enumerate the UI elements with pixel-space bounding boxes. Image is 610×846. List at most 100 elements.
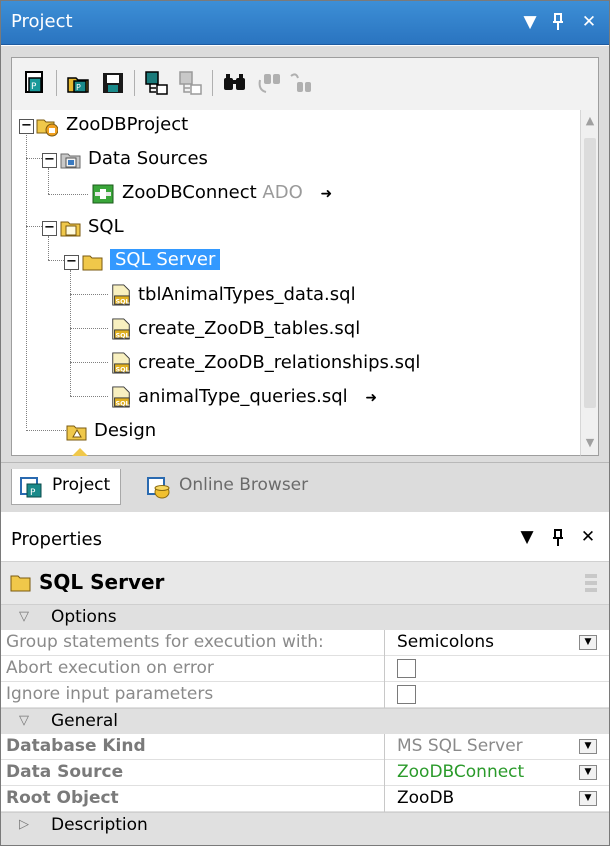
- tree-label: create_ZooDB_relationships.sql: [138, 352, 421, 373]
- tree-node-sql-folder[interactable]: − SQL: [12, 214, 312, 242]
- abort-on-error-checkbox[interactable]: [397, 659, 416, 678]
- tree-node-sql-file[interactable]: SQL tblAnimalTypes_data.sql: [12, 282, 572, 310]
- add-files-icon[interactable]: [144, 70, 170, 96]
- arrow-right-icon: ➜: [365, 390, 378, 406]
- collapse-icon[interactable]: −: [42, 221, 57, 236]
- tree-node-connection[interactable]: ZooDBConnect ADO ➜: [12, 180, 412, 208]
- tab-project[interactable]: P Project: [11, 469, 122, 505]
- tree-label: SQL: [88, 216, 124, 237]
- dropdown-arrow-icon[interactable]: ▼: [579, 739, 597, 754]
- column-divider: [384, 656, 385, 682]
- category-options[interactable]: ▽ Options: [1, 604, 609, 630]
- find-replace-icon[interactable]: [288, 70, 314, 96]
- pin-icon[interactable]: [546, 9, 570, 35]
- project-tree: − ZooDBProject − Data Sources ZooDBConne…: [11, 110, 581, 456]
- open-project-icon[interactable]: P: [66, 70, 92, 96]
- column-divider: [384, 630, 385, 656]
- find-icon[interactable]: [222, 70, 248, 96]
- new-project-icon[interactable]: P: [22, 70, 48, 96]
- tree-node-sql-file[interactable]: SQL animalType_queries.sql ➜: [12, 384, 572, 412]
- collapse-icon[interactable]: −: [64, 255, 79, 270]
- property-name: Root Object: [6, 788, 119, 808]
- ignore-input-parameters-checkbox[interactable]: [397, 685, 416, 704]
- tree-label-selected: SQL Server: [110, 249, 221, 270]
- column-divider: [384, 682, 385, 708]
- property-value[interactable]: ZooDB: [397, 788, 454, 808]
- tree-label: Data Sources: [88, 148, 208, 169]
- property-name: Data Source: [6, 762, 124, 782]
- svg-text:SQL: SQL: [116, 399, 130, 407]
- sql-file-icon: SQL: [112, 386, 130, 408]
- panel-menu-dropdown-icon[interactable]: ▼: [516, 527, 538, 547]
- tree-node-sql-file[interactable]: SQL create_ZooDB_tables.sql: [12, 316, 572, 344]
- tree-label: Design: [94, 420, 157, 441]
- sql-file-icon: SQL: [112, 284, 130, 306]
- tree-label: animalType_queries.sql: [138, 386, 348, 407]
- project-panel-title: Project: [11, 11, 73, 32]
- tree-scrollbar[interactable]: ▲ ▼: [580, 110, 599, 456]
- close-icon[interactable]: ✕: [577, 527, 599, 547]
- toolbar-separator: [56, 70, 57, 96]
- category-label: Description: [51, 815, 148, 835]
- collapse-triangle-icon[interactable]: ▽: [19, 713, 29, 728]
- pin-icon[interactable]: [547, 527, 569, 552]
- sql-file-icon: SQL: [112, 352, 130, 374]
- property-value[interactable]: Semicolons: [397, 632, 494, 652]
- property-row: Root Object ZooDB ▼: [1, 786, 609, 812]
- tree-node-sql-file[interactable]: SQL create_ZooDB_relationships.sql: [12, 350, 572, 378]
- dropdown-arrow-icon[interactable]: ▼: [579, 791, 597, 806]
- tree-node-design[interactable]: Design: [12, 418, 312, 446]
- project-icon: [36, 119, 58, 137]
- properties-panel-titlebar: Properties ▼ ✕: [1, 518, 609, 562]
- properties-panel-title: Properties: [11, 529, 102, 550]
- dropdown-arrow-icon[interactable]: ▼: [579, 635, 597, 650]
- tree-node-data-sources[interactable]: − Data Sources: [12, 146, 312, 174]
- dropdown-arrow-icon[interactable]: ▼: [579, 765, 597, 780]
- property-value[interactable]: ZooDBConnect: [397, 762, 524, 782]
- find-next-icon[interactable]: [256, 70, 282, 96]
- scroll-down-icon[interactable]: ▼: [581, 434, 599, 452]
- properties-object-name: SQL Server: [39, 570, 165, 594]
- scroll-up-icon[interactable]: ▲: [581, 112, 599, 130]
- project-panel-titlebar: Project ▼ ✕: [1, 1, 609, 45]
- tab-online-browser[interactable]: Online Browser: [139, 469, 318, 505]
- data-sources-folder-icon: [60, 153, 81, 169]
- scroll-thumb[interactable]: [584, 138, 596, 408]
- sql-folder-icon: [60, 221, 81, 237]
- database-connection-icon: [92, 184, 114, 204]
- toolbar-separator: [212, 70, 213, 96]
- category-label: Options: [51, 607, 117, 627]
- folder-icon: [10, 575, 31, 592]
- properties-object-header: SQL Server: [1, 562, 609, 604]
- svg-text:P: P: [30, 488, 36, 498]
- property-name: Group statements for execution with:: [6, 632, 324, 652]
- category-general[interactable]: ▽ General: [1, 708, 609, 734]
- connection-name: ZooDBConnect: [122, 182, 257, 203]
- tree-label: tblAnimalTypes_data.sql: [138, 284, 356, 305]
- panel-menu-dropdown-icon[interactable]: ▼: [518, 9, 542, 35]
- connection-type: ADO: [262, 182, 303, 203]
- collapse-triangle-icon[interactable]: ▽: [19, 609, 29, 624]
- svg-text:P: P: [76, 83, 81, 92]
- expand-triangle-icon[interactable]: ▷: [19, 817, 29, 832]
- tree-node-project-root[interactable]: − ZooDBProject: [12, 112, 312, 140]
- category-description[interactable]: ▷ Description: [1, 812, 609, 845]
- column-divider: [384, 786, 385, 812]
- partial-folder-icon: [72, 448, 88, 456]
- panel-tabs: P Project Online Browser: [1, 462, 609, 512]
- close-icon[interactable]: ✕: [577, 9, 601, 35]
- svg-text:SQL: SQL: [116, 331, 130, 339]
- project-tab-icon: P: [20, 477, 42, 498]
- svg-text:SQL: SQL: [116, 365, 130, 373]
- svg-text:P: P: [31, 82, 37, 92]
- column-divider: [384, 734, 385, 760]
- tree-node-sql-server[interactable]: − SQL Server: [12, 248, 312, 276]
- property-value[interactable]: MS SQL Server: [397, 736, 523, 756]
- add-folder-icon[interactable]: [178, 70, 204, 96]
- collapse-icon[interactable]: −: [42, 153, 57, 168]
- property-row: Data Source ZooDBConnect ▼: [1, 760, 609, 786]
- categorize-icon[interactable]: [583, 572, 599, 594]
- folder-icon: [82, 255, 103, 271]
- save-project-icon[interactable]: [100, 70, 126, 96]
- collapse-icon[interactable]: −: [19, 119, 34, 134]
